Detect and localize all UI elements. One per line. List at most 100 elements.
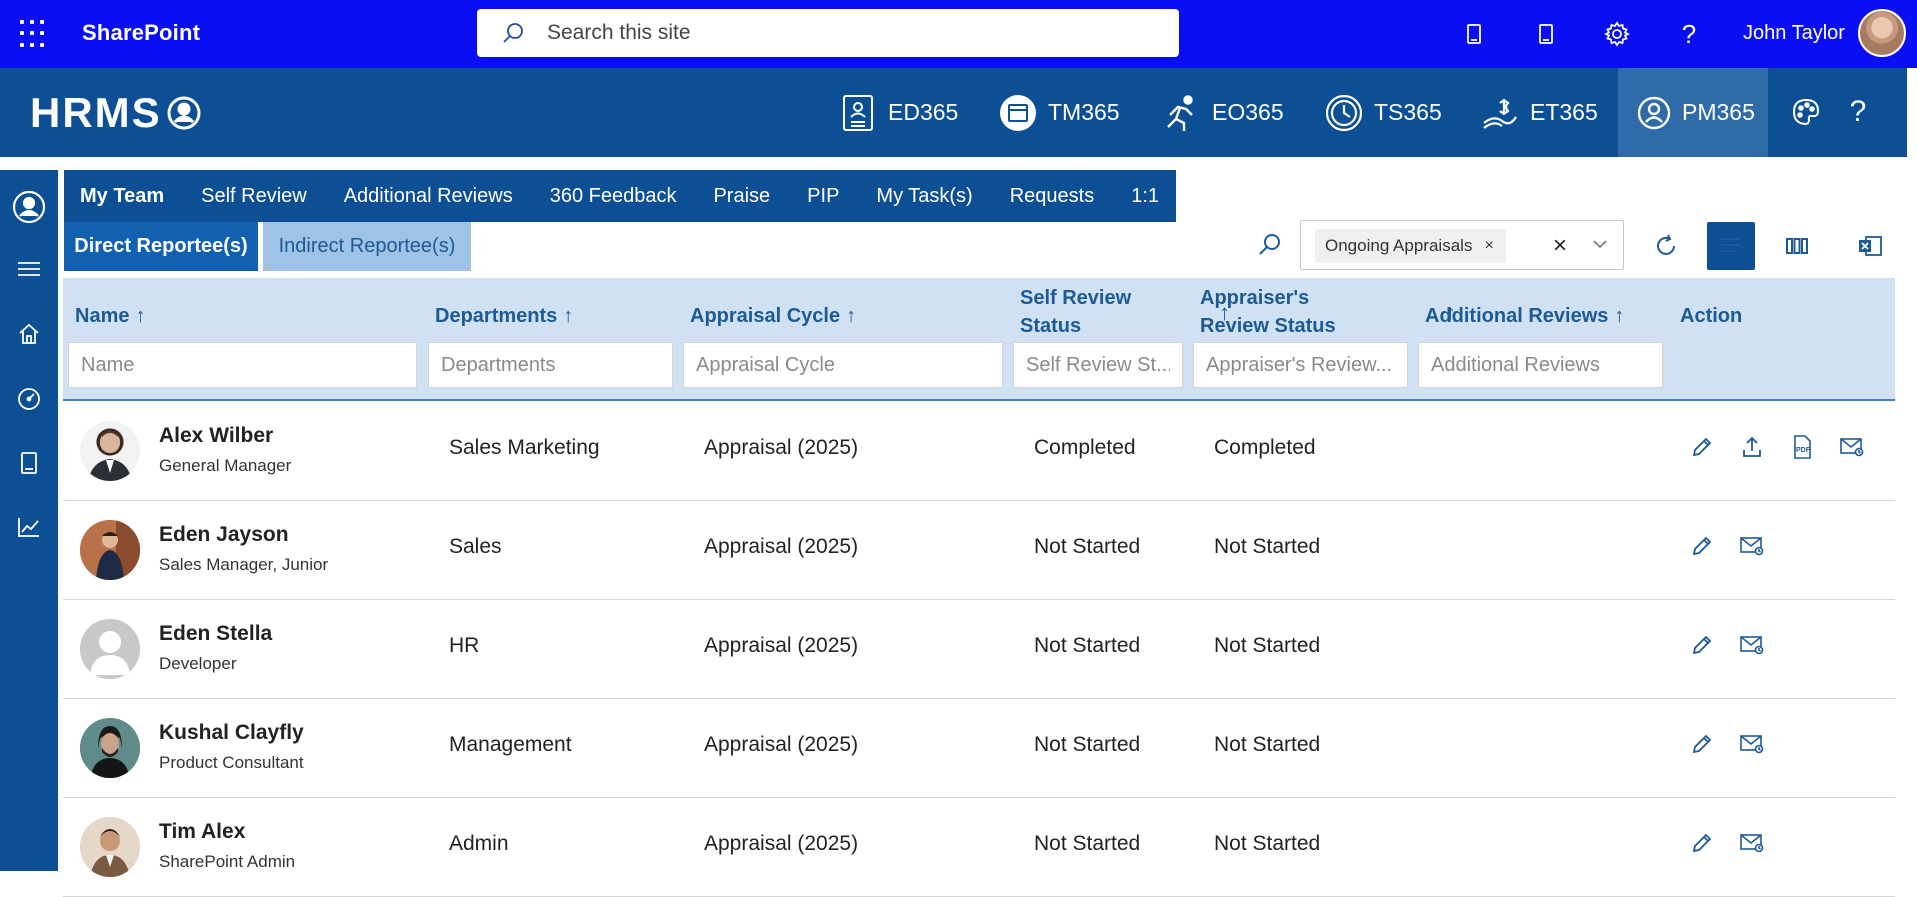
column-header-departments[interactable]: Departments ↑ bbox=[435, 302, 573, 330]
department-cell: Sales Marketing bbox=[449, 436, 600, 459]
tab-my-team[interactable]: My Team bbox=[64, 185, 164, 208]
settings-gear-icon[interactable] bbox=[1599, 16, 1635, 52]
refresh-icon bbox=[1657, 234, 1675, 255]
table-row[interactable]: Alex Wilber General Manager Sales Market… bbox=[63, 402, 1895, 501]
table-row[interactable]: Eden Jayson Sales Manager, Junior Sales … bbox=[63, 501, 1895, 600]
refresh-button[interactable] bbox=[1642, 222, 1690, 270]
clear-filter-icon[interactable]: × bbox=[1553, 232, 1567, 260]
filter-self-review-status-input[interactable] bbox=[1013, 342, 1183, 388]
tab-praise[interactable]: Praise bbox=[697, 185, 770, 208]
subtab-indirect-reportees[interactable]: Indirect Reportee(s) bbox=[263, 222, 471, 271]
hrms-header: HRMS ED365 TM365 EO365 TS365 ET365 PM365… bbox=[0, 68, 1907, 157]
mail-icon[interactable] bbox=[1737, 630, 1767, 660]
export-excel-button[interactable] bbox=[1846, 222, 1894, 270]
column-header-appraiser-review-status[interactable]: Appraiser's Review Status bbox=[1200, 284, 1336, 340]
employee-name[interactable]: Kushal Clayfly bbox=[159, 721, 304, 745]
filter-appraisal-cycle-input[interactable] bbox=[683, 342, 1003, 388]
table-row[interactable]: Tim Alex SharePoint Admin Admin Appraisa… bbox=[63, 798, 1895, 897]
module-label: PM365 bbox=[1682, 99, 1755, 125]
filter-additional-reviews-input[interactable] bbox=[1418, 342, 1663, 388]
appraiser-review-status-cell: Completed bbox=[1214, 436, 1316, 459]
employee-name[interactable]: Eden Stella bbox=[159, 622, 272, 646]
tab-360-feedback[interactable]: 360 Feedback bbox=[534, 185, 677, 208]
device-icon[interactable] bbox=[1528, 16, 1564, 52]
home-icon[interactable] bbox=[12, 317, 46, 351]
column-label: Self Review bbox=[1020, 287, 1132, 309]
module-label: ED365 bbox=[888, 99, 959, 125]
tab-requests[interactable]: Requests bbox=[994, 185, 1095, 208]
column-label: Status bbox=[1020, 315, 1082, 337]
site-search-box[interactable] bbox=[477, 9, 1179, 57]
module-label: EO365 bbox=[1212, 99, 1284, 125]
mail-icon[interactable] bbox=[1737, 531, 1767, 561]
menu-icon[interactable] bbox=[12, 252, 46, 286]
table-search-icon[interactable] bbox=[1254, 230, 1284, 260]
tab-additional-reviews[interactable]: Additional Reviews bbox=[328, 185, 513, 208]
department-cell: Sales bbox=[449, 535, 502, 558]
department-cell: HR bbox=[449, 634, 480, 657]
analytics-chart-icon[interactable] bbox=[12, 510, 46, 544]
module-eo365[interactable]: EO365 bbox=[1162, 68, 1284, 157]
employee-avatar bbox=[80, 817, 140, 877]
edit-icon[interactable] bbox=[1687, 630, 1717, 660]
filter-departments-input[interactable] bbox=[428, 342, 673, 388]
sharepoint-suite-bar: SharePoint ? John Taylor bbox=[0, 0, 1917, 68]
employee-avatar bbox=[80, 520, 140, 580]
filter-chip-label: Ongoing Appraisals bbox=[1325, 236, 1473, 255]
notebook-icon[interactable] bbox=[1456, 16, 1492, 52]
chip-remove-icon[interactable]: × bbox=[1484, 237, 1493, 255]
help-icon[interactable]: ? bbox=[1671, 16, 1707, 52]
column-header-additional-reviews[interactable]: Additional Reviews ↑ bbox=[1425, 302, 1624, 330]
pdf-icon[interactable]: PDF bbox=[1787, 432, 1817, 462]
upload-icon[interactable] bbox=[1737, 432, 1767, 462]
edit-icon[interactable] bbox=[1687, 432, 1717, 462]
filter-name-input[interactable] bbox=[68, 342, 417, 388]
appraisal-cycle-cell: Appraisal (2025) bbox=[704, 832, 859, 855]
filter-appraiser-review-status-input[interactable] bbox=[1193, 342, 1408, 388]
chevron-down-icon[interactable] bbox=[1591, 235, 1609, 253]
mail-icon[interactable] bbox=[1837, 432, 1867, 462]
theme-palette-icon[interactable] bbox=[1788, 94, 1824, 130]
edit-icon[interactable] bbox=[1687, 828, 1717, 858]
sharepoint-title[interactable]: SharePoint bbox=[82, 20, 200, 46]
document-icon[interactable] bbox=[12, 446, 46, 480]
column-header-name[interactable]: Name ↑ bbox=[75, 302, 145, 330]
edit-icon[interactable] bbox=[1687, 531, 1717, 561]
module-ts365[interactable]: TS365 bbox=[1324, 68, 1444, 157]
list-view-button[interactable] bbox=[1707, 222, 1755, 270]
table-row[interactable]: Eden Stella Developer HR Appraisal (2025… bbox=[63, 600, 1895, 699]
employee-name[interactable]: Alex Wilber bbox=[159, 424, 273, 448]
module-ed365[interactable]: ED365 bbox=[840, 68, 960, 157]
module-tm365[interactable]: TM365 bbox=[998, 68, 1120, 157]
column-header-appraisal-cycle[interactable]: Appraisal Cycle ↑ bbox=[690, 302, 856, 330]
user-avatar[interactable] bbox=[1858, 9, 1906, 57]
tab-pip[interactable]: PIP bbox=[791, 185, 839, 208]
table-row[interactable]: Kushal Clayfly Product Consultant Manage… bbox=[63, 699, 1895, 798]
tab-my-tasks[interactable]: My Task(s) bbox=[860, 185, 972, 208]
mail-icon[interactable] bbox=[1737, 828, 1767, 858]
subtab-direct-reportees[interactable]: Direct Reportee(s) bbox=[64, 222, 258, 271]
user-name[interactable]: John Taylor bbox=[1743, 22, 1845, 45]
dashboard-gauge-icon[interactable] bbox=[12, 382, 46, 416]
column-view-button[interactable] bbox=[1773, 222, 1821, 270]
site-search-input[interactable] bbox=[547, 17, 1147, 49]
module-label: TS365 bbox=[1374, 99, 1442, 125]
edit-icon[interactable] bbox=[1687, 729, 1717, 759]
app-launcher-icon[interactable] bbox=[20, 20, 48, 48]
sort-arrow-icon: ↑ bbox=[1614, 305, 1625, 327]
tab-self-review[interactable]: Self Review bbox=[185, 185, 307, 208]
tab-one-on-one[interactable]: 1:1 bbox=[1115, 185, 1159, 208]
appraisal-filter-dropdown[interactable]: Ongoing Appraisals × × bbox=[1300, 220, 1624, 270]
module-pm365[interactable]: PM365 bbox=[1618, 68, 1768, 157]
employee-name[interactable]: Eden Jayson bbox=[159, 523, 289, 547]
hrms-help-icon[interactable]: ? bbox=[1840, 94, 1876, 130]
left-rail bbox=[0, 170, 58, 871]
hrms-logo[interactable]: HRMS bbox=[30, 89, 202, 136]
mail-icon[interactable] bbox=[1737, 729, 1767, 759]
employee-name[interactable]: Tim Alex bbox=[159, 820, 245, 844]
profile-icon[interactable] bbox=[12, 190, 46, 224]
main-tab-bar: My Team Self Review Additional Reviews 3… bbox=[64, 170, 1176, 222]
module-et365[interactable]: ET365 bbox=[1480, 68, 1600, 157]
column-header-self-review-status[interactable]: Self Review Status bbox=[1020, 284, 1131, 340]
sort-arrow-icon: ↑ bbox=[846, 305, 857, 327]
